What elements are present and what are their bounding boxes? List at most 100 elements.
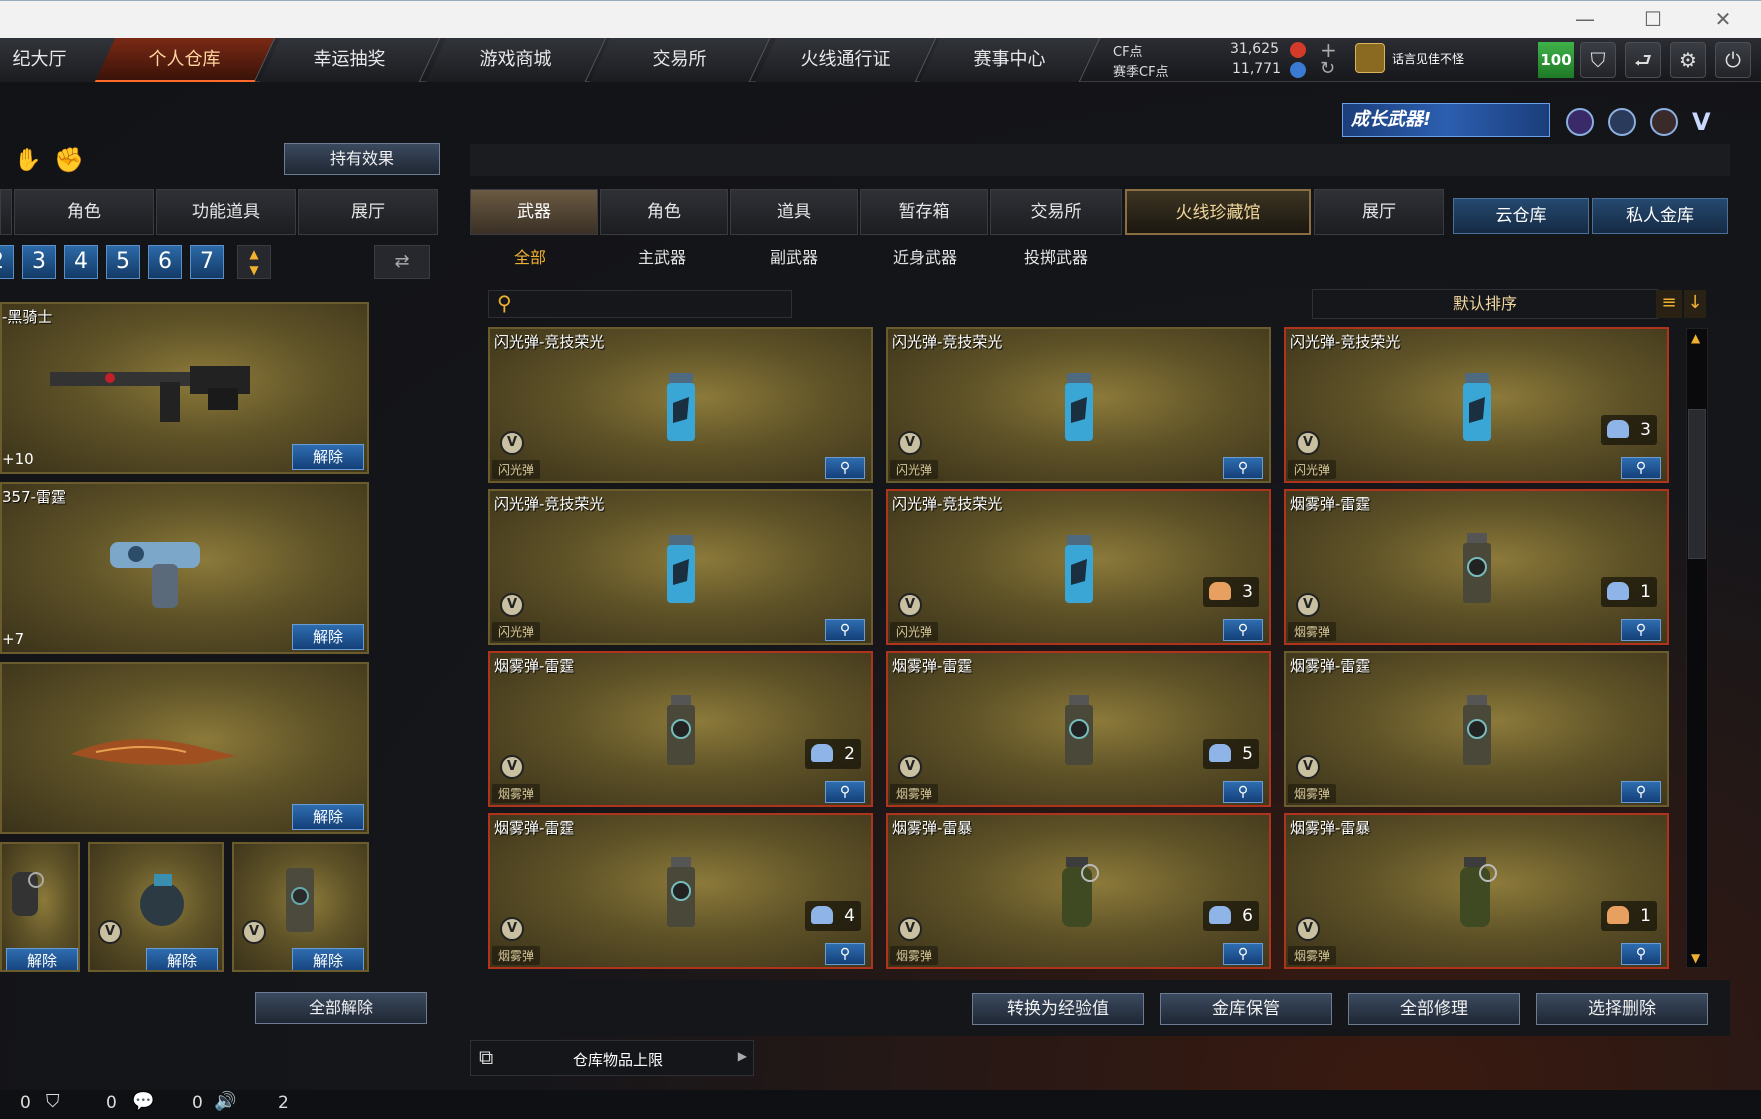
nav-tab-1[interactable]: 个人仓库 [94,38,276,82]
release-button[interactable]: 解除 [292,804,364,830]
tab-2[interactable]: 道具 [730,189,858,235]
list-view-icon[interactable]: ≡ [1656,290,1682,318]
swap-loadout-icon[interactable]: ⇄ [374,245,430,279]
subtab-1[interactable]: 主武器 [638,244,686,268]
action-button-1[interactable]: 金库保管 [1160,993,1332,1025]
release-all-button[interactable]: 全部解除 [255,992,427,1024]
exit-room-icon[interactable]: ⮐ [1625,42,1661,78]
release-button[interactable]: 解除 [292,444,364,470]
release-button[interactable]: 解除 [146,948,218,970]
nav-tab-4[interactable]: 交易所 [589,38,771,82]
power-icon[interactable]: ⏻ [1715,42,1751,78]
inspect-magnifier-button[interactable]: ⚲ [825,943,865,965]
loadout-throw-1[interactable]: 解除 [0,842,80,972]
tab-left-cut[interactable] [0,189,12,235]
nav-tab-2[interactable]: 幸运抽奖 [259,38,441,82]
search-input[interactable]: ⚲ [488,290,792,318]
inspect-magnifier-button[interactable]: ⚲ [825,457,865,479]
nav-tab-6[interactable]: 赛事中心 [919,38,1101,82]
loadout-primary[interactable]: -黑骑士 +10 解除 [0,302,369,474]
expand-arrow-icon[interactable]: ▶ [738,1049,747,1063]
tab-private-vault[interactable]: 私人金库 [1592,198,1728,234]
v-logo-icon[interactable]: V [1692,108,1722,136]
inspect-magnifier-button[interactable]: ⚲ [1223,781,1263,803]
item-card[interactable]: 烟雾弹-雷霆 V 烟雾弹 ⚲ 2 [488,651,873,807]
grid-scrollbar[interactable]: ▲ ▼ [1686,328,1708,968]
action-button-2[interactable]: 全部修理 [1348,993,1520,1025]
tab-3[interactable]: 暂存箱 [860,189,988,235]
char-icon-2[interactable]: ✊ [54,146,84,174]
item-card[interactable]: 闪光弹-竞技荣光 V 闪光弹 ⚲ [886,327,1271,483]
subtab-2[interactable]: 副武器 [770,244,818,268]
action-button-3[interactable]: 选择删除 [1536,993,1708,1025]
page-button[interactable]: 5 [106,245,140,279]
growth-weapon-banner[interactable]: 成长武器! [1342,103,1550,137]
release-button[interactable]: 解除 [292,948,364,970]
left-tab-0[interactable]: 角色 [14,189,154,235]
inspect-magnifier-button[interactable]: ⚲ [825,781,865,803]
nav-tab-3[interactable]: 游戏商城 [425,38,607,82]
inspect-magnifier-button[interactable]: ⚲ [1223,457,1263,479]
release-button[interactable]: 解除 [6,948,78,970]
page-button[interactable]: 3 [22,245,56,279]
item-card[interactable]: 烟雾弹-雷霆 V 烟雾弹 ⚲ 4 [488,813,873,969]
loadout-throw-3[interactable]: V 解除 [232,842,369,972]
rank-icon[interactable] [1566,108,1594,136]
tab-0[interactable]: 武器 [470,189,598,235]
item-card[interactable]: 闪光弹-竞技荣光 V 闪光弹 ⚲ 3 [886,489,1271,645]
chat-icon[interactable]: 💬 [132,1091,154,1112]
storage-limit-bar[interactable]: ⧉ 仓库物品上限 ▶ [470,1040,754,1076]
nav-tab-5[interactable]: 火线通行证 [755,38,937,82]
left-tab-1[interactable]: 功能道具 [156,189,296,235]
inspect-magnifier-button[interactable]: ⚲ [1621,457,1661,479]
char-icon-1[interactable]: ✋ [14,148,41,173]
loadout-throw-2[interactable]: V 解除 [88,842,224,972]
maximize-button[interactable]: ☐ [1638,7,1668,31]
left-tab-2[interactable]: 展厅 [298,189,438,235]
inspect-magnifier-button[interactable]: ⚲ [1621,781,1661,803]
item-card[interactable]: 烟雾弹-雷霆 V 烟雾弹 ⚲ [1284,651,1669,807]
item-card[interactable]: 烟雾弹-雷暴 V 烟雾弹 ⚲ 1 [1284,813,1669,969]
scroll-thumb[interactable] [1688,409,1706,559]
release-button[interactable]: 解除 [292,624,364,650]
speaker-icon[interactable]: 🔊 [214,1091,236,1112]
loadout-melee[interactable]: 解除 [0,662,369,834]
star-icon[interactable] [1650,108,1678,136]
sort-direction-icon[interactable]: ↓ [1684,290,1706,318]
settings-gear-icon[interactable]: ⚙ [1670,42,1706,78]
sort-dropdown[interactable]: 默认排序 [1312,289,1658,319]
minimize-button[interactable]: — [1570,7,1600,31]
refresh-icon[interactable]: ↻ [1320,58,1335,79]
item-card[interactable]: 烟雾弹-雷暴 V 烟雾弹 ⚲ 6 [886,813,1271,969]
page-button[interactable]: 7 [190,245,224,279]
globe-icon[interactable] [1608,108,1636,136]
page-up-down-arrows[interactable]: ▲ ▼ [237,245,271,279]
item-card[interactable]: 闪光弹-竞技荣光 V 闪光弹 ⚲ [488,489,873,645]
item-card[interactable]: 烟雾弹-雷霆 V 烟雾弹 ⚲ 5 [886,651,1271,807]
scroll-up-arrow[interactable]: ▲ [1691,331,1700,345]
page-button[interactable]: 4 [64,245,98,279]
tab-6[interactable]: 展厅 [1314,189,1444,235]
inspect-magnifier-button[interactable]: ⚲ [1223,943,1263,965]
shield-icon[interactable]: ⛉ [1580,42,1616,78]
item-card[interactable]: 闪光弹-竞技荣光 V 闪光弹 ⚲ [488,327,873,483]
inspect-magnifier-button[interactable]: ⚲ [1621,619,1661,641]
item-card[interactable]: 闪光弹-竞技荣光 V 闪光弹 ⚲ 3 [1284,327,1669,483]
loadout-secondary[interactable]: 357-雷霆 +7 解除 [0,482,369,654]
action-button-0[interactable]: 转换为经验值 [972,993,1144,1025]
inspect-magnifier-button[interactable]: ⚲ [1621,943,1661,965]
inspect-magnifier-button[interactable]: ⚲ [825,619,865,641]
close-button[interactable]: ✕ [1708,7,1738,31]
subtab-4[interactable]: 投掷武器 [1024,244,1088,268]
subtab-0[interactable]: 全部 [514,244,546,268]
tab-1[interactable]: 角色 [600,189,728,235]
item-card[interactable]: 烟雾弹-雷霆 V 烟雾弹 ⚲ 1 [1284,489,1669,645]
tab-cloud-storage[interactable]: 云仓库 [1453,198,1589,234]
hold-effect-button[interactable]: 持有效果 [284,143,440,175]
subtab-3[interactable]: 近身武器 [893,244,957,268]
scroll-down-arrow[interactable]: ▼ [1691,951,1700,965]
page-button[interactable]: 6 [148,245,182,279]
tab-5[interactable]: 火线珍藏馆 [1125,189,1311,235]
page-button[interactable]: 2 [0,245,14,279]
tab-4[interactable]: 交易所 [990,189,1122,235]
